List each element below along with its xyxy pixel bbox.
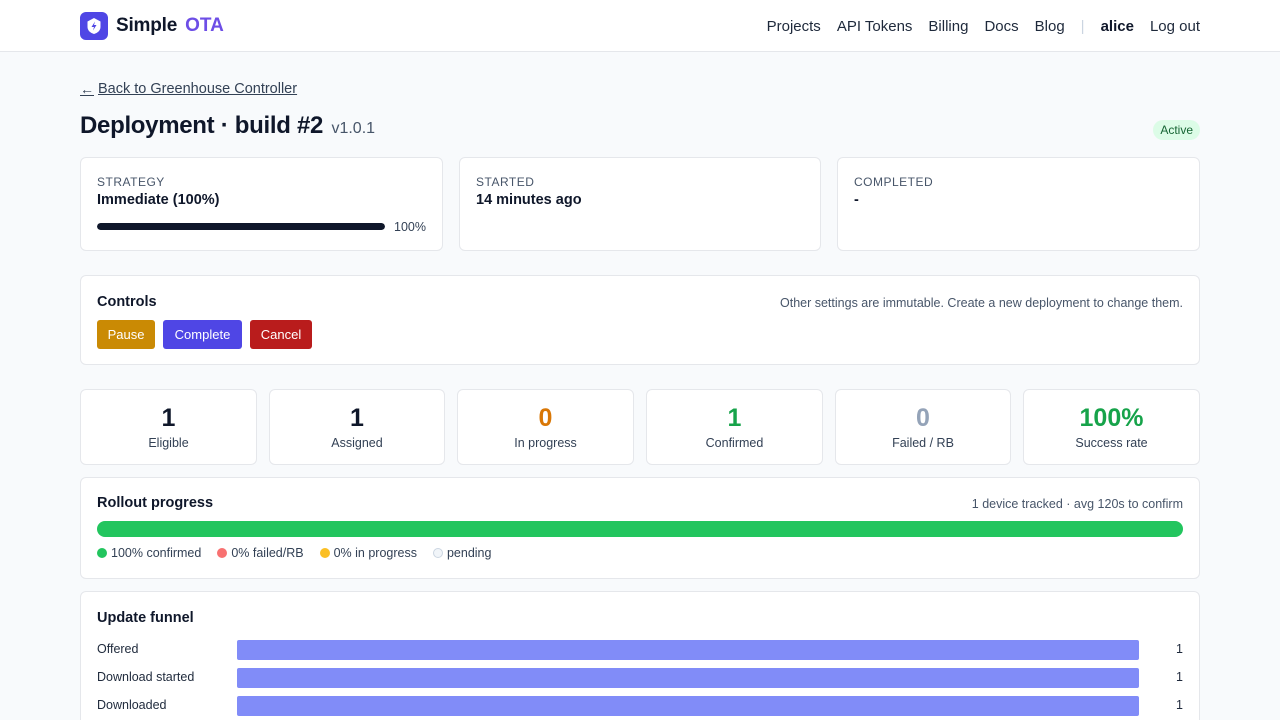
cancel-button[interactable]: Cancel xyxy=(250,320,312,349)
strategy-progress-fill xyxy=(97,223,385,230)
legend-in-progress-label: 0% in progress xyxy=(333,546,417,560)
status-badge: Active xyxy=(1153,120,1200,140)
top-navbar: Simple OTA Projects API Tokens Billing D… xyxy=(0,0,1280,52)
legend-failed: 0% failed/RB xyxy=(217,546,304,560)
controls-note: Other settings are immutable. Create a n… xyxy=(780,296,1183,310)
stat-success-rate: 100% Success rate xyxy=(1023,389,1200,465)
legend-confirmed: 100% confirmed xyxy=(97,546,201,560)
pending-dot-icon xyxy=(432,548,443,558)
funnel-bar-track xyxy=(237,696,1139,716)
funnel-row-label: Offered xyxy=(97,642,139,656)
brand-logo-link[interactable]: Simple OTA xyxy=(80,12,224,40)
stat-assigned: 1 Assigned xyxy=(269,389,445,465)
rollout-title: Rollout progress xyxy=(97,495,214,511)
controls-card: Controls Other settings are immutable. C… xyxy=(80,275,1200,365)
stat-label: Success rate xyxy=(1075,436,1148,450)
funnel-row-count: 1 xyxy=(1176,642,1183,656)
logout-link[interactable]: Log out xyxy=(1150,18,1200,35)
strategy-value: Immediate (100%) xyxy=(97,192,220,208)
confirmed-dot-icon xyxy=(97,548,107,558)
page-title: Deployment · build #2 v1.0.1 xyxy=(80,112,375,140)
shield-bolt-icon xyxy=(80,12,108,40)
started-card: STARTED 14 minutes ago xyxy=(459,157,821,251)
started-value: 14 minutes ago xyxy=(476,192,582,208)
rollout-progress-bar xyxy=(97,521,1183,537)
stat-value: 0 xyxy=(538,404,553,432)
funnel-row: Download started 1 xyxy=(97,668,1183,688)
completed-label: COMPLETED xyxy=(854,175,934,189)
funnel-row-count: 1 xyxy=(1176,698,1183,712)
funnel-bar-track xyxy=(237,640,1139,660)
stat-confirmed: 1 Confirmed xyxy=(646,389,823,465)
stat-label: Assigned xyxy=(331,436,383,450)
stat-value: 100% xyxy=(1079,404,1144,432)
funnel-row-label: Downloaded xyxy=(97,698,167,712)
stat-label: In progress xyxy=(514,436,577,450)
back-link[interactable]: ← Back to Greenhouse Controller xyxy=(80,81,297,97)
funnel-bar-track xyxy=(237,668,1139,688)
rollout-progress-card: Rollout progress 1 device tracked · avg … xyxy=(80,477,1200,579)
legend-pending: pending xyxy=(432,546,492,560)
funnel-bar xyxy=(237,668,1139,688)
rollout-legend: 100% confirmed 0% failed/RB 0% in progre… xyxy=(97,546,507,560)
deployment-title: Deployment · build #2 xyxy=(80,112,324,139)
nav-api-tokens-link[interactable]: API Tokens xyxy=(837,18,913,35)
stat-value: 0 xyxy=(916,404,930,432)
stat-label: Failed / RB xyxy=(892,436,954,450)
rollout-summary: 1 device tracked · avg 120s to confirm xyxy=(971,497,1183,511)
stat-eligible: 1 Eligible xyxy=(80,389,257,465)
nav-docs-link[interactable]: Docs xyxy=(984,18,1018,35)
rollout-confirmed-segment xyxy=(97,521,1183,537)
version-label: v1.0.1 xyxy=(331,120,376,137)
stat-value: 1 xyxy=(161,404,176,432)
legend-failed-label: 0% failed/RB xyxy=(231,546,304,560)
back-link-label: Back to Greenhouse Controller xyxy=(98,81,298,97)
stat-label: Confirmed xyxy=(705,436,764,450)
pause-button[interactable]: Pause xyxy=(97,320,155,349)
strategy-label: STRATEGY xyxy=(97,175,165,189)
brand-name: Simple xyxy=(116,15,178,36)
stat-value: 1 xyxy=(727,404,742,432)
completed-value: - xyxy=(854,192,859,208)
in-progress-dot-icon xyxy=(319,548,330,558)
brand-name-accent: OTA xyxy=(185,15,224,36)
funnel-title: Update funnel xyxy=(97,610,194,626)
nav-separator: | xyxy=(1080,17,1085,35)
arrow-left-icon: ← xyxy=(80,81,94,97)
completed-card: COMPLETED - xyxy=(837,157,1200,251)
strategy-card: STRATEGY Immediate (100%) 100% xyxy=(80,157,443,251)
funnel-row: Downloaded 1 xyxy=(97,696,1183,716)
strategy-progress-label: 100% xyxy=(394,220,426,234)
funnel-bar xyxy=(237,696,1139,716)
main-nav: Projects API Tokens Billing Docs Blog | … xyxy=(767,0,1200,52)
failed-dot-icon xyxy=(217,548,228,558)
strategy-progress-track xyxy=(97,223,385,230)
stat-value: 1 xyxy=(350,404,364,432)
nav-blog-link[interactable]: Blog xyxy=(1035,18,1065,35)
current-user-name: alice xyxy=(1100,17,1134,35)
stat-in-progress: 0 In progress xyxy=(457,389,634,465)
funnel-row-count: 1 xyxy=(1176,670,1183,684)
started-label: STARTED xyxy=(476,175,535,189)
legend-in-progress: 0% in progress xyxy=(319,546,417,560)
nav-billing-link[interactable]: Billing xyxy=(928,18,968,35)
complete-button[interactable]: Complete xyxy=(163,320,242,349)
funnel-bar xyxy=(237,640,1139,660)
controls-title: Controls xyxy=(97,294,157,310)
legend-pending-label: pending xyxy=(446,546,492,560)
legend-confirmed-label: 100% confirmed xyxy=(111,546,202,560)
funnel-row: Offered 1 xyxy=(97,640,1183,660)
nav-projects-link[interactable]: Projects xyxy=(767,18,821,35)
funnel-row-label: Download started xyxy=(97,670,195,684)
update-funnel-card: Update funnel Offered 1 Download started… xyxy=(80,591,1200,720)
stat-failed-rb: 0 Failed / RB xyxy=(835,389,1011,465)
stat-label: Eligible xyxy=(148,436,189,450)
